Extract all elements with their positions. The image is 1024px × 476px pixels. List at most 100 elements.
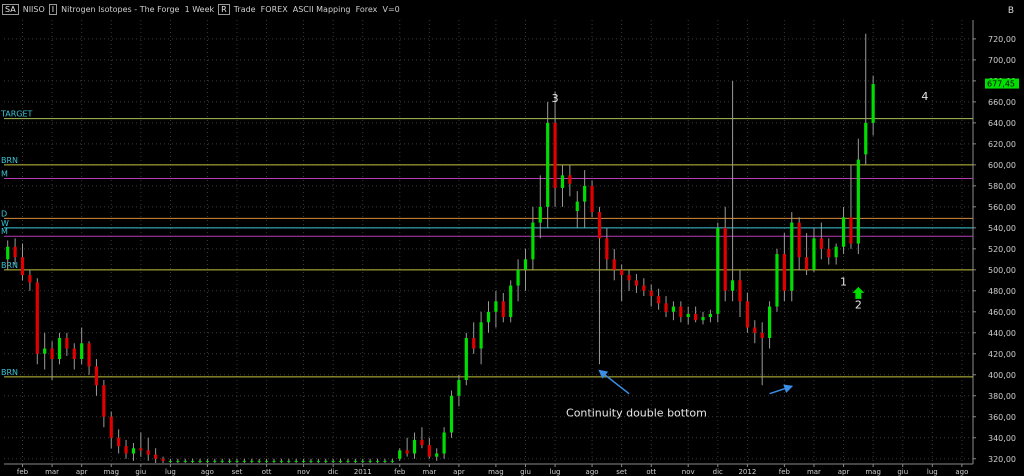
candle-body [331, 460, 335, 462]
candle-body [191, 460, 195, 462]
x-tick-label: ott [646, 468, 656, 476]
candle-body [679, 306, 683, 318]
y-tick-label: 720,00 [988, 35, 1016, 44]
candle-body [183, 460, 187, 462]
candle-body [43, 348, 47, 354]
wave-label: 1 [840, 276, 847, 289]
y-tick-label: 500,00 [988, 266, 1016, 275]
candle-body [6, 246, 10, 260]
candle-body [664, 303, 668, 312]
candle-body [13, 246, 17, 258]
x-tick-label: dic [713, 468, 723, 476]
candle-body [50, 348, 54, 360]
level-label: D [1, 209, 7, 218]
y-tick-label: 560,00 [988, 203, 1016, 212]
level-label: TARGET [0, 110, 33, 119]
x-tick-label: set [232, 468, 243, 476]
x-tick-label: mag [103, 468, 119, 476]
candle-body [338, 460, 343, 462]
candle-body [20, 257, 25, 276]
candle-body [213, 460, 217, 462]
candle-body [494, 301, 498, 312]
candle-body [353, 460, 357, 462]
y-tick-label: 380,00 [988, 392, 1016, 401]
y-tick-label: 640,00 [988, 119, 1016, 128]
candle-body [324, 460, 328, 462]
candle-body [560, 175, 565, 188]
candle-body [35, 282, 39, 354]
candle-body [849, 217, 853, 244]
candle-body [841, 217, 846, 247]
candle-body [294, 460, 298, 462]
candle-body [124, 446, 128, 454]
candle-body [583, 185, 587, 202]
candle-body [57, 338, 62, 360]
candle-body [620, 269, 624, 276]
candle-body [412, 439, 417, 454]
candle-body [220, 460, 224, 462]
candle-body [309, 460, 313, 462]
candle-body [279, 460, 283, 462]
x-tick-label: mag [865, 468, 881, 476]
candle-body [72, 348, 76, 360]
candle-body [131, 448, 136, 454]
y-tick-label: 400,00 [988, 371, 1016, 380]
candle-body [509, 285, 513, 318]
x-tick-label: giu [897, 468, 908, 476]
y-tick-label: 540,00 [988, 224, 1016, 233]
candle-body [694, 313, 698, 321]
x-tick-label: apr [453, 468, 465, 476]
candle-body [375, 460, 380, 462]
candle-body [649, 290, 653, 297]
candle-body [708, 313, 713, 318]
candle-body [627, 275, 631, 281]
candle-body [575, 201, 579, 212]
candle-body [864, 122, 868, 155]
y-tick-label: 700,00 [988, 56, 1016, 65]
y-tick-label: 440,00 [988, 329, 1016, 338]
candle-body [449, 395, 454, 433]
price-chart: TARGETBRNMDWMBRNBRN320,00340,00360,00380… [0, 20, 1019, 476]
candle-body [516, 269, 520, 286]
x-tick-label: ago [955, 468, 968, 476]
y-tick-label: 460,00 [988, 308, 1016, 317]
x-tick-label: dic [328, 468, 338, 476]
candle-body [390, 460, 394, 462]
x-tick-label: feb [779, 468, 791, 476]
candle-body [730, 280, 735, 291]
candle-body [716, 227, 720, 314]
candle-body [775, 254, 779, 307]
candle-body [568, 175, 572, 184]
candle-body [590, 185, 594, 213]
candle-body [198, 460, 202, 462]
y-tick-label: 420,00 [988, 350, 1016, 359]
candle-body [287, 460, 291, 462]
y-tick-label: 520,00 [988, 245, 1016, 254]
candle-body [612, 259, 616, 270]
candle-body [205, 460, 210, 462]
x-tick-label: nov [297, 468, 310, 476]
x-tick-label: lug [550, 468, 561, 476]
candle-body [501, 301, 505, 318]
candle-body [235, 460, 239, 462]
candle-body [553, 122, 557, 188]
candle-body [94, 366, 99, 386]
candle-body [316, 460, 320, 462]
y-tick-label: 340,00 [988, 434, 1016, 443]
x-tick-label: feb [394, 468, 406, 476]
candle-body [435, 453, 439, 457]
candle-body [420, 439, 424, 446]
candle-body [538, 206, 542, 223]
candle-body [442, 432, 446, 454]
x-tick-label: set [616, 468, 627, 476]
level-label: M [1, 227, 8, 236]
candle-body [264, 460, 269, 462]
level-label: M [1, 169, 8, 178]
x-tick-label: apr [76, 468, 88, 476]
candle-body [109, 416, 113, 438]
candle-body [257, 460, 261, 462]
candle-body [486, 311, 491, 323]
level-label: BRN [1, 368, 18, 377]
candle-body [597, 212, 602, 239]
candle-body [523, 259, 528, 270]
